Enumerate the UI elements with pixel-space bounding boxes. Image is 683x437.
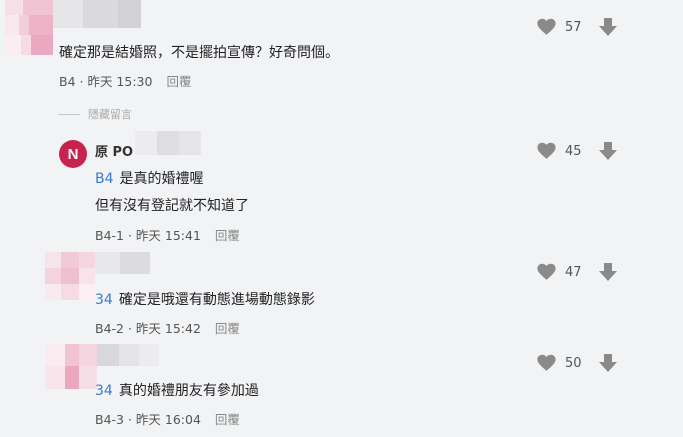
hidden-comments-label: 隱藏留言 xyxy=(88,108,132,121)
downvote-arrow-icon[interactable] xyxy=(598,17,618,37)
blurred-username xyxy=(95,252,150,274)
blurred-username xyxy=(135,131,201,155)
heart-icon[interactable] xyxy=(537,142,556,160)
avatar[interactable]: N xyxy=(59,140,87,168)
timestamp: 昨天 15:42 xyxy=(135,321,201,336)
reply-text: 34 確定是哦還有動態進場動態錄影 xyxy=(95,292,315,308)
heart-icon[interactable] xyxy=(537,263,556,281)
like-count: 57 xyxy=(565,19,582,35)
comment-meta: B4 · 昨天 15:30 回覆 xyxy=(59,74,192,89)
comment-text: 確定那是結婚照，不是擺拍宣傳？好奇問個。 xyxy=(59,45,339,61)
vote-controls: 50 xyxy=(537,353,618,373)
floor-tag-link[interactable]: 34 xyxy=(95,383,113,399)
downvote-arrow-icon[interactable] xyxy=(598,353,618,373)
like-count: 50 xyxy=(565,355,582,371)
blurred-avatar xyxy=(5,0,53,55)
like-count: 47 xyxy=(565,264,582,280)
reply-button[interactable]: 回覆 xyxy=(215,228,240,243)
blurred-avatar xyxy=(45,344,97,389)
vote-controls: 45 xyxy=(537,141,618,161)
vote-controls: 47 xyxy=(537,262,618,282)
floor-number: B4 xyxy=(59,74,76,89)
reply-meta: B4-3 · 昨天 16:04 回覆 xyxy=(95,412,240,427)
reply-meta: B4-1 · 昨天 15:41 回覆 xyxy=(95,228,240,243)
timestamp: 昨天 15:41 xyxy=(135,228,201,243)
floor-number: B4-2 xyxy=(95,321,124,336)
floor-number: B4-3 xyxy=(95,412,124,427)
heart-icon[interactable] xyxy=(537,354,556,372)
blurred-username xyxy=(53,0,141,28)
reply-meta: B4-2 · 昨天 15:42 回覆 xyxy=(95,321,240,336)
vote-controls: 57 xyxy=(537,17,618,37)
floor-tag-link[interactable]: B4 xyxy=(95,171,114,187)
reply-button[interactable]: 回覆 xyxy=(166,74,191,89)
reply-text-line2: 但有沒有登記就不知道了 xyxy=(95,198,249,214)
hidden-comments-toggle[interactable]: 隱藏留言 xyxy=(58,106,132,122)
downvote-arrow-icon[interactable] xyxy=(598,141,618,161)
heart-icon[interactable] xyxy=(537,18,556,36)
reply-button[interactable]: 回覆 xyxy=(215,321,240,336)
timestamp: 昨天 15:30 xyxy=(87,74,153,89)
downvote-arrow-icon[interactable] xyxy=(598,262,618,282)
blurred-username xyxy=(97,344,159,366)
timestamp: 昨天 16:04 xyxy=(135,412,201,427)
reply-text: B4 是真的婚禮喔 xyxy=(95,171,204,187)
reply-button[interactable]: 回覆 xyxy=(215,412,240,427)
blurred-avatar xyxy=(45,252,95,300)
reply-text: 34 真的婚禮朋友有參加過 xyxy=(95,383,259,399)
floor-number: B4-1 xyxy=(95,228,124,243)
floor-tag-link[interactable]: 34 xyxy=(95,292,113,308)
divider-line xyxy=(58,113,80,115)
like-count: 45 xyxy=(565,143,582,159)
